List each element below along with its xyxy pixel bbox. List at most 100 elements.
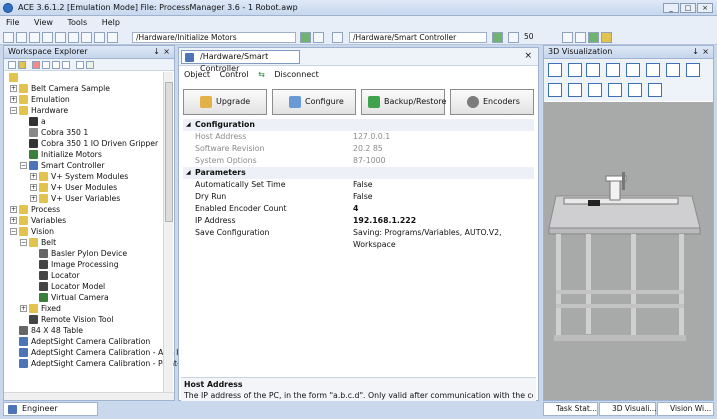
cube-view-4-icon[interactable] [608,83,622,97]
property-value[interactable]: Saving: Programs/Variables, AUTO.V2, Wor… [353,227,534,251]
explorer-scrollbar[interactable] [163,72,173,392]
menu-tools[interactable]: Tools [61,16,93,29]
close-icon[interactable]: × [163,46,170,58]
tree-node[interactable]: + Fixed [4,303,162,314]
tree-node[interactable]: AdeptSight Camera Calibration [4,336,162,347]
settings-icon[interactable] [107,32,118,43]
encoders-button[interactable]: Encoders [450,89,534,115]
controller-combo[interactable]: /Hardware/Smart Controller [349,32,487,43]
expander-icon[interactable]: − [20,239,27,246]
tree-node[interactable]: + Variables [4,215,162,226]
stop-icon[interactable] [313,32,324,43]
disconnect-icon[interactable]: ⇆ [258,70,265,79]
expander-icon[interactable]: + [10,206,17,213]
minimize-button[interactable]: _ [663,3,679,13]
cube-view-5-icon[interactable] [628,83,642,97]
explorer-hscrollbar[interactable] [4,392,174,400]
speed-value[interactable]: 50 [521,32,543,43]
tree-node[interactable]: Virtual Camera [4,292,162,303]
tree-node[interactable]: Cobra 350 1 IO Driven Gripper [4,138,162,149]
tree-icon[interactable] [76,61,84,69]
close-icon[interactable]: × [702,46,709,58]
3d-icon[interactable] [55,32,66,43]
maximize-button[interactable]: □ [680,3,696,13]
tree-node[interactable]: + Belt Camera Sample [4,83,162,94]
save-icon[interactable] [3,32,14,43]
expander-icon[interactable]: − [10,107,17,114]
cube-view-2-icon[interactable] [568,83,582,97]
menu-file[interactable]: File [0,16,25,29]
expander-icon[interactable]: − [10,228,17,235]
menu-object[interactable]: Object [184,70,210,79]
3d-scene[interactable] [544,102,713,400]
property-value[interactable]: 87-1000 [353,155,386,167]
property-value[interactable]: 4 [353,203,358,215]
tree-node[interactable]: a [4,116,162,127]
tool-icon-2[interactable] [575,32,586,43]
tree-node[interactable]: + Emulation [4,94,162,105]
expander-icon[interactable]: + [30,195,37,202]
properties-icon[interactable] [646,63,660,77]
property-row[interactable]: Enabled Encoder Count 4 [183,203,534,215]
property-value[interactable]: False [353,191,373,203]
property-value[interactable]: 192.168.1.222 [353,215,416,227]
tree-node[interactable]: Locator [4,270,162,281]
tree-node[interactable]: + Process [4,204,162,215]
camera-icon[interactable] [68,32,79,43]
run-icon[interactable] [300,32,311,43]
tree-node[interactable]: + V+ User Variables [4,193,162,204]
refresh-icon[interactable] [86,61,94,69]
tree-node[interactable]: − Smart Controller [4,160,162,171]
tree-node[interactable]: AdeptSight Camera Calibration - Point- [4,358,180,369]
tree-node[interactable]: Remote Vision Tool [4,314,162,325]
paste-icon[interactable] [62,61,70,69]
expander-icon[interactable]: + [20,305,27,312]
property-value[interactable]: 20.2 85 [353,143,383,155]
pin-icon[interactable]: ↓ [692,46,699,58]
task-status-tab[interactable]: Task Stat... [543,402,598,416]
path-combo[interactable]: /Hardware/Initialize Motors [132,32,296,43]
expander-icon[interactable]: + [10,85,17,92]
tree-node[interactable]: Cobra 350 1 [4,127,162,138]
cube-view-3-icon[interactable] [588,83,602,97]
tree-node[interactable]: Image Processing [4,259,162,270]
property-row[interactable]: System Options 87-1000 [183,155,534,167]
tree-node[interactable]: Basler Pylon Device [4,248,162,259]
cube-view-6-icon[interactable] [648,83,662,97]
property-section[interactable]: ◢ Configuration [183,119,534,131]
property-value[interactable]: False [353,179,373,191]
tree-node[interactable]: − Vision [4,226,162,237]
new-icon[interactable] [8,61,16,69]
tool-icon-1[interactable] [562,32,573,43]
tool-icon-3[interactable] [588,32,599,43]
menu-view[interactable]: View [28,16,59,29]
zoom-icon[interactable] [626,63,640,77]
select-icon[interactable] [568,63,582,77]
connect-icon[interactable] [492,32,503,43]
expander-icon[interactable]: + [10,217,17,224]
menu-disconnect[interactable]: Disconnect [274,70,318,79]
upgrade-button[interactable]: Upgrade [183,89,267,115]
pan-icon[interactable] [548,63,562,77]
3d-visualization-tab[interactable]: 3D Visuali... [599,402,657,416]
property-row[interactable]: Host Address 127.0.0.1 [183,131,534,143]
engineer-tab[interactable]: Engineer [3,402,98,416]
close-window-button[interactable]: × [697,3,713,13]
cube-front-icon[interactable] [686,63,700,77]
menu-control[interactable]: Control [220,70,249,79]
expander-icon[interactable]: + [30,173,37,180]
property-row[interactable]: Software Revision 20.2 85 [183,143,534,155]
tree-node[interactable]: + V+ User Modules [4,182,162,193]
tool-icon-4[interactable] [601,32,612,43]
close-document-icon[interactable]: × [524,51,532,61]
property-section[interactable]: ◢ Parameters [183,167,534,179]
tree-node[interactable]: Initialize Motors [4,149,162,160]
property-value[interactable]: 127.0.0.1 [353,131,390,143]
gear-icon[interactable] [94,32,105,43]
tree-node[interactable]: AdeptSight Camera Calibration - Arm I [4,347,178,358]
property-row[interactable]: Automatically Set Time False [183,179,534,191]
tree-node[interactable]: Locator Model [4,281,162,292]
configure-button[interactable]: Configure [272,89,356,115]
copy-icon[interactable] [52,61,60,69]
delete-icon[interactable] [32,61,40,69]
